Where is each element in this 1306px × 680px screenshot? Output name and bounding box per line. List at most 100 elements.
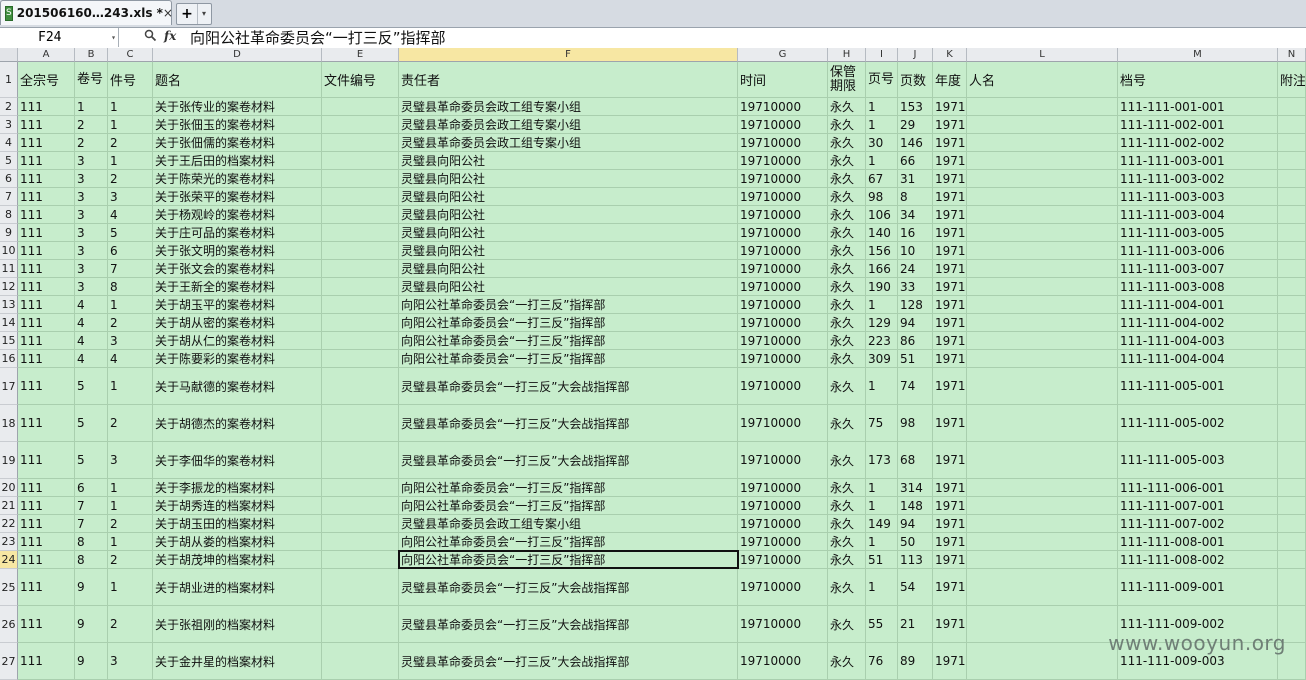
- table-cell[interactable]: 2: [108, 405, 153, 442]
- table-cell[interactable]: [1278, 134, 1306, 152]
- table-cell[interactable]: 30: [866, 134, 898, 152]
- table-cell[interactable]: 1971: [933, 442, 967, 479]
- table-cell[interactable]: 19710000: [738, 643, 828, 680]
- table-cell[interactable]: 19710000: [738, 515, 828, 533]
- table-cell[interactable]: 4: [108, 350, 153, 368]
- column-header-m[interactable]: M: [1118, 48, 1278, 62]
- table-cell[interactable]: 1971: [933, 260, 967, 278]
- table-cell[interactable]: [322, 551, 399, 569]
- table-cell[interactable]: 灵璧县革命委员会政工组专案小组: [399, 98, 738, 116]
- row-header[interactable]: 2: [0, 98, 18, 116]
- table-cell[interactable]: 6: [75, 479, 108, 497]
- table-cell[interactable]: 111: [18, 479, 75, 497]
- table-cell[interactable]: 111-111-003-007: [1118, 260, 1278, 278]
- table-cell[interactable]: 314: [898, 479, 933, 497]
- table-cell[interactable]: 111-111-003-005: [1118, 224, 1278, 242]
- table-cell[interactable]: 关于张文会的案卷材料: [153, 260, 322, 278]
- table-cell[interactable]: 4: [75, 314, 108, 332]
- table-cell[interactable]: 关于张佃儒的案卷材料: [153, 134, 322, 152]
- table-cell[interactable]: 111-111-003-008: [1118, 278, 1278, 296]
- plus-icon[interactable]: +: [177, 6, 197, 22]
- table-cell[interactable]: [967, 152, 1118, 170]
- table-cell[interactable]: 66: [898, 152, 933, 170]
- chevron-down-icon[interactable]: ▾: [111, 28, 116, 47]
- table-cell[interactable]: 111-111-003-001: [1118, 152, 1278, 170]
- table-cell[interactable]: 关于胡业进的档案材料: [153, 569, 322, 606]
- row-header[interactable]: 14: [0, 314, 18, 332]
- table-cell[interactable]: 111-111-009-001: [1118, 569, 1278, 606]
- table-cell[interactable]: 永久: [828, 405, 866, 442]
- table-cell[interactable]: [322, 350, 399, 368]
- table-cell[interactable]: 19710000: [738, 332, 828, 350]
- row-header[interactable]: 16: [0, 350, 18, 368]
- column-header-h[interactable]: H: [828, 48, 866, 62]
- table-cell[interactable]: 19710000: [738, 170, 828, 188]
- row-header[interactable]: 10: [0, 242, 18, 260]
- table-cell[interactable]: 19710000: [738, 242, 828, 260]
- table-cell[interactable]: 向阳公社革命委员会“一打三反”指挥部: [399, 314, 738, 332]
- name-box-value[interactable]: F24: [38, 28, 61, 47]
- table-cell[interactable]: 111: [18, 497, 75, 515]
- table-cell[interactable]: [1278, 242, 1306, 260]
- table-cell[interactable]: 111-111-008-002: [1118, 551, 1278, 569]
- table-cell[interactable]: 1971: [933, 98, 967, 116]
- table-cell[interactable]: 永久: [828, 643, 866, 680]
- table-cell[interactable]: 永久: [828, 170, 866, 188]
- table-cell[interactable]: [1278, 533, 1306, 551]
- table-cell[interactable]: 1971: [933, 170, 967, 188]
- table-cell[interactable]: [322, 116, 399, 134]
- table-cell[interactable]: [322, 332, 399, 350]
- column-header-b[interactable]: B: [75, 48, 108, 62]
- table-cell[interactable]: [1278, 152, 1306, 170]
- table-cell[interactable]: 1971: [933, 224, 967, 242]
- table-cell[interactable]: 永久: [828, 606, 866, 643]
- table-cell[interactable]: [967, 533, 1118, 551]
- row-header[interactable]: 15: [0, 332, 18, 350]
- table-cell[interactable]: [322, 533, 399, 551]
- table-cell[interactable]: 关于胡秀连的档案材料: [153, 497, 322, 515]
- table-cell[interactable]: 1: [108, 479, 153, 497]
- table-cell[interactable]: [1278, 170, 1306, 188]
- table-cell[interactable]: [322, 188, 399, 206]
- table-cell[interactable]: 1: [108, 533, 153, 551]
- table-cell[interactable]: [1278, 116, 1306, 134]
- table-cell[interactable]: 9: [75, 606, 108, 643]
- column-header-a[interactable]: A: [18, 48, 75, 62]
- table-cell[interactable]: 149: [866, 515, 898, 533]
- table-cell[interactable]: 8: [75, 533, 108, 551]
- table-cell[interactable]: 111: [18, 350, 75, 368]
- table-cell[interactable]: [967, 278, 1118, 296]
- table-cell[interactable]: [1278, 206, 1306, 224]
- table-cell[interactable]: 19710000: [738, 479, 828, 497]
- table-cell[interactable]: 19710000: [738, 551, 828, 569]
- table-cell[interactable]: [1278, 278, 1306, 296]
- table-cell[interactable]: 永久: [828, 515, 866, 533]
- table-cell[interactable]: 21: [898, 606, 933, 643]
- table-cell[interactable]: 1: [866, 98, 898, 116]
- table-cell[interactable]: 灵璧县向阳公社: [399, 152, 738, 170]
- table-cell[interactable]: 111-111-008-001: [1118, 533, 1278, 551]
- table-cell[interactable]: [322, 442, 399, 479]
- table-cell[interactable]: 关于张荣平的案卷材料: [153, 188, 322, 206]
- table-cell[interactable]: 永久: [828, 134, 866, 152]
- row-header[interactable]: 22: [0, 515, 18, 533]
- table-cell[interactable]: [322, 170, 399, 188]
- table-cell[interactable]: [322, 296, 399, 314]
- column-header-i[interactable]: I: [866, 48, 898, 62]
- table-cell[interactable]: 111: [18, 515, 75, 533]
- table-cell[interactable]: [967, 206, 1118, 224]
- table-cell[interactable]: 4: [75, 296, 108, 314]
- header-cell[interactable]: 页号: [866, 62, 898, 98]
- table-cell[interactable]: 1971: [933, 533, 967, 551]
- table-cell[interactable]: 31: [898, 170, 933, 188]
- table-cell[interactable]: [322, 134, 399, 152]
- table-cell[interactable]: 5: [75, 368, 108, 405]
- row-header[interactable]: 9: [0, 224, 18, 242]
- table-cell[interactable]: [322, 206, 399, 224]
- table-cell[interactable]: 129: [866, 314, 898, 332]
- table-cell[interactable]: [1278, 515, 1306, 533]
- table-cell[interactable]: 5: [108, 224, 153, 242]
- table-cell[interactable]: 1971: [933, 296, 967, 314]
- table-cell[interactable]: [322, 479, 399, 497]
- table-cell[interactable]: 1971: [933, 188, 967, 206]
